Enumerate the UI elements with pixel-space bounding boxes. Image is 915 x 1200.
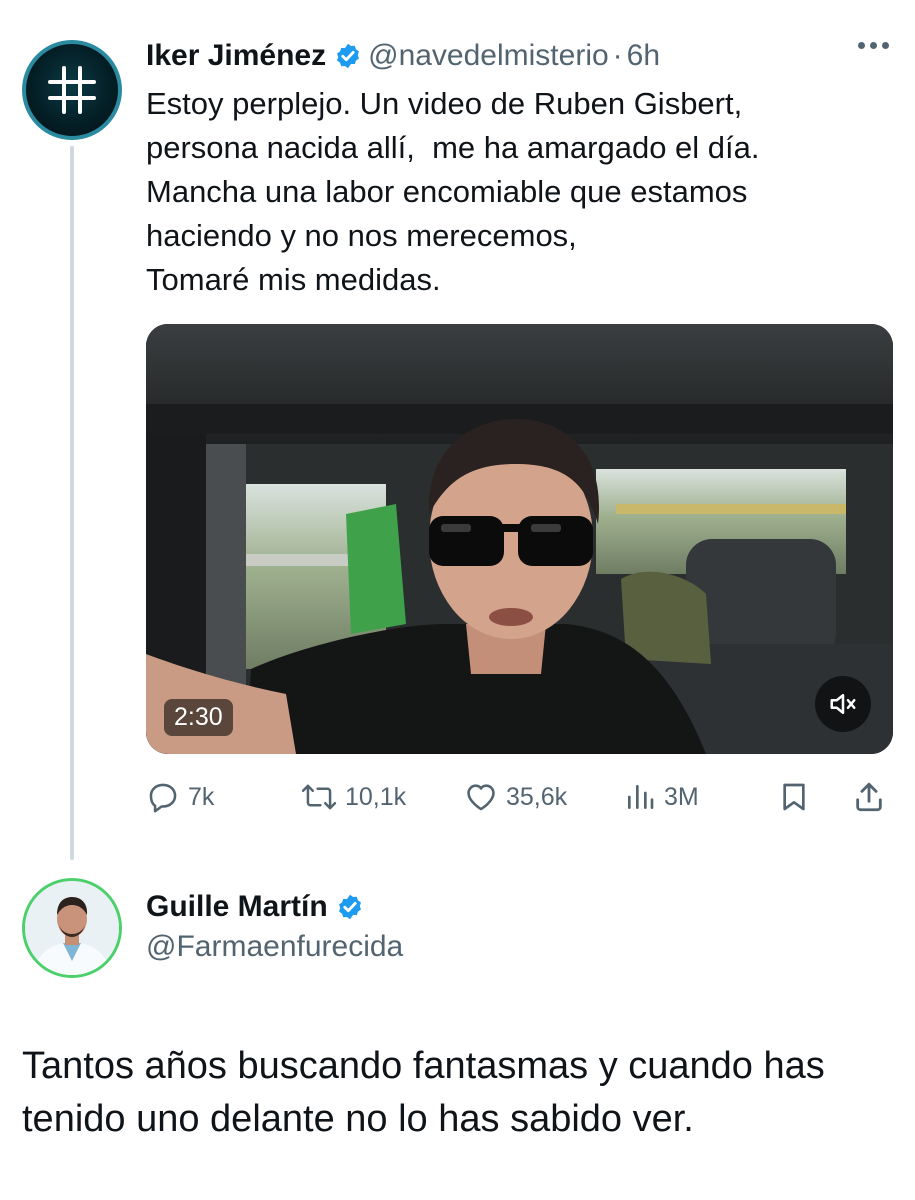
views-icon [628,785,654,809]
reply-text-line: tenido uno delante no lo has sabido ver. [22,1098,694,1140]
more-icon[interactable] [858,42,889,49]
thread-line [70,146,74,860]
bookmark-button[interactable] [778,774,810,820]
repost-icon [301,784,337,810]
tweet-text-line: Mancha una labor encomiable que estamos [146,174,748,209]
timestamp[interactable]: 6h [627,39,660,73]
tweet-text-line: Tomaré mis medidas. [146,262,441,297]
author-avatar[interactable] [22,40,122,140]
reply-button[interactable]: 7k [146,774,214,820]
author-name[interactable]: Iker Jiménez [146,39,326,73]
repost-button[interactable]: 10,1k [301,774,406,820]
views-count: 3M [664,782,699,811]
views-button[interactable]: 3M [624,774,699,820]
like-button[interactable]: 35,6k [464,774,567,820]
share-icon [856,782,882,812]
reply-count: 7k [188,782,215,811]
video-player[interactable]: 2:30 [146,324,893,754]
mute-icon [830,694,856,714]
verified-icon [334,42,362,70]
reply-text-line: Tantos años buscando fantasmas y cuando … [22,1045,825,1087]
reply-author-handle[interactable]: @Farmaenfurecida [146,930,403,964]
separator: · [612,39,623,72]
hashtag-icon [48,66,96,114]
tweet-text-line: haciendo y no nos merecemos, [146,218,577,253]
avatar-photo [25,881,119,975]
tweet-header: Iker Jiménez @navedelmisterio · 6h [146,36,660,76]
author-handle[interactable]: @navedelmisterio [368,39,609,73]
repost-count: 10,1k [345,782,407,811]
reply-author-avatar[interactable] [22,878,122,978]
mute-button[interactable] [815,676,871,732]
share-button[interactable] [852,774,886,820]
bookmark-icon [783,783,805,811]
action-bar: 7k 10,1k 35,6k 3M [146,774,891,820]
tweet-text-line: persona nacida allí, me ha amargado el d… [146,130,760,165]
reply-text: Tantos años buscando fantasmas y cuando … [22,1040,902,1146]
like-icon [467,784,495,811]
video-frame [146,324,893,754]
video-duration: 2:30 [164,699,233,736]
reply-author-name[interactable]: Guille Martín [146,890,328,924]
reply-header: Guille Martín [146,885,370,929]
like-count: 35,6k [506,782,568,811]
tweet-text-line: Estoy perplejo. Un video de Ruben Gisber… [146,86,743,121]
verified-icon [336,893,364,921]
tweet-text: Estoy perplejo. Un video de Ruben Gisber… [146,82,886,302]
reply-icon [149,783,177,813]
